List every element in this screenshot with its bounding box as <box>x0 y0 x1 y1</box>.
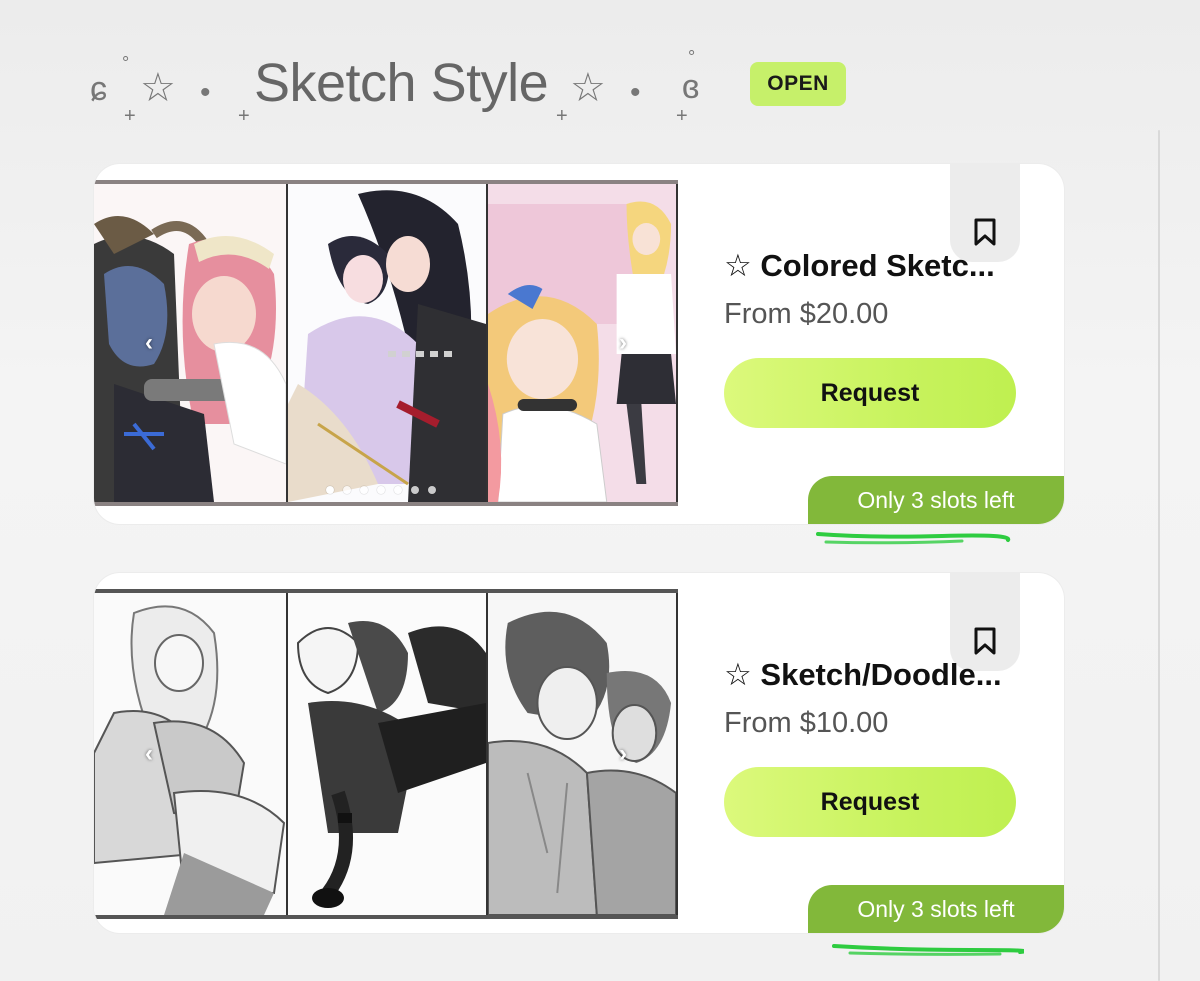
carousel-dot[interactable] <box>326 486 334 494</box>
status-badge: OPEN <box>750 62 846 106</box>
listing-price: From $10.00 <box>724 707 889 739</box>
circle-sparkle-icon: ° <box>688 47 696 67</box>
listing-price: From $20.00 <box>724 298 889 330</box>
star-icon: ☆ <box>140 66 176 110</box>
plus-sparkle-icon: + <box>124 105 136 127</box>
kaomoji-right-icon: ɞ <box>682 68 700 106</box>
highlight-underline <box>816 532 1011 545</box>
carousel-prev-icon[interactable]: ‹ <box>136 329 162 356</box>
image-carousel[interactable]: ‹ › <box>94 180 678 506</box>
listing-card-sketch-doodle[interactable]: ‹ › ☆ Sketch/Doodle... From $10.00 Reque… <box>94 573 1064 933</box>
plus-sparkle-icon: + <box>238 105 250 127</box>
image-carousel[interactable]: ‹ › <box>94 589 678 919</box>
page-edge <box>1158 130 1160 981</box>
carousel-next-icon[interactable]: › <box>610 329 636 356</box>
circle-sparkle-icon: ° <box>122 53 130 73</box>
carousel-dot[interactable] <box>428 486 436 494</box>
request-button[interactable]: Request <box>724 767 1016 837</box>
carousel-dots <box>326 486 436 494</box>
carousel-dot[interactable] <box>343 486 351 494</box>
carousel-prev-icon[interactable]: ‹ <box>136 740 162 767</box>
dot-icon: • <box>200 76 211 109</box>
section-title: Sketch Style <box>254 53 549 113</box>
artwork-image <box>488 184 678 502</box>
bookmark-icon <box>974 218 996 246</box>
carousel-dot[interactable] <box>394 486 402 494</box>
section-header: ɕ ° ☆ + • + Sketch Style + ☆ • + ° ɞ OPE… <box>88 48 888 128</box>
dot-icon: • <box>630 76 641 109</box>
carousel-next-icon[interactable]: › <box>610 740 636 767</box>
star-icon: ☆ <box>570 66 606 110</box>
carousel-dot[interactable] <box>360 486 368 494</box>
carousel-dot[interactable] <box>377 486 385 494</box>
slots-left-badge: Only 3 slots left <box>808 476 1064 524</box>
kaomoji-left-icon: ɕ <box>90 70 107 108</box>
artwork-image <box>94 184 288 502</box>
plus-sparkle-icon: + <box>676 105 688 127</box>
listing-title[interactable]: ☆ Colored Sketc... <box>724 248 1024 284</box>
artwork-image <box>288 184 488 502</box>
artwork-image <box>288 593 488 915</box>
slots-left-badge: Only 3 slots left <box>808 885 1064 933</box>
request-button[interactable]: Request <box>724 358 1016 428</box>
plus-sparkle-icon: + <box>556 105 568 127</box>
listing-card-colored-sketch[interactable]: ‹ › ☆ Colored Sketc... From $20.00 Reque… <box>94 164 1064 524</box>
artwork-image <box>94 593 288 915</box>
carousel-dot[interactable] <box>411 486 419 494</box>
listing-title[interactable]: ☆ Sketch/Doodle... <box>724 657 1024 693</box>
artwork-image <box>488 593 678 915</box>
highlight-underline <box>832 944 1024 956</box>
bookmark-icon <box>974 627 996 655</box>
